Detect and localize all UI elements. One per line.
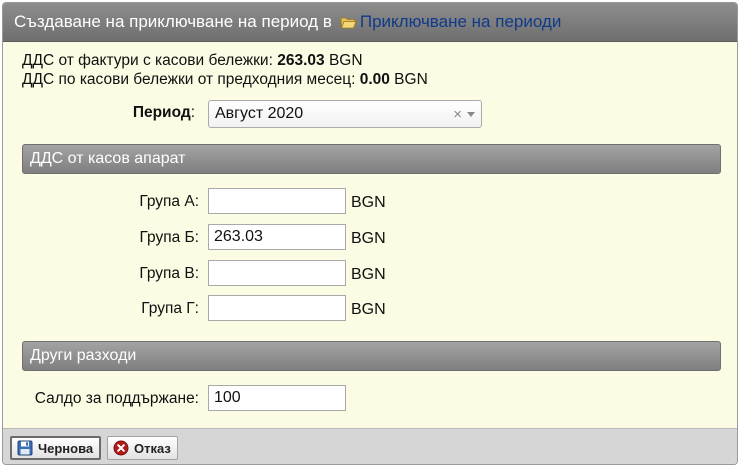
vat-prev-line: ДДС по касови бележки от предходния месе…	[22, 70, 428, 89]
vat-info: ДДС от фактури с касови бележки: 263.03 …	[22, 51, 428, 89]
draft-button[interactable]: Чернова	[10, 436, 102, 460]
section-cash-register-title: ДДС от касов апарат	[30, 150, 186, 167]
cancel-icon	[113, 440, 129, 456]
dialog-title: Създаване на приключване на период в	[14, 12, 332, 31]
period-selected-value: Август 2020	[215, 105, 304, 122]
group-b-input[interactable]: 263.03	[208, 224, 346, 250]
vat-invoices-value: 263.03	[277, 52, 325, 69]
section-cash-register-header: ДДС от касов апарат	[22, 144, 721, 174]
group-v-label: Група В:	[139, 265, 199, 282]
group-b-unit: BGN	[351, 230, 386, 247]
group-a-unit: BGN	[351, 194, 386, 211]
draft-button-label: Чернова	[38, 440, 94, 456]
period-label-colon: :	[190, 104, 195, 121]
period-select[interactable]: Август 2020 ×	[208, 100, 482, 128]
group-b-label: Група Б:	[139, 229, 199, 246]
floppy-disk-icon	[17, 440, 33, 456]
section-other-expenses-title: Други разходи	[30, 347, 137, 364]
vat-invoices-currency: BGN	[324, 52, 363, 69]
balance-input[interactable]: 100	[208, 385, 346, 411]
group-v-unit: BGN	[351, 266, 386, 283]
period-label: Период:	[33, 104, 195, 122]
period-closings-link[interactable]: Приключване на периоди	[360, 12, 562, 32]
dialog-footer: Чернова Отказ	[3, 428, 737, 464]
vat-invoices-line: ДДС от фактури с касови бележки: 263.03 …	[22, 51, 428, 70]
dialog-titlebar: Създаване на приключване на период в При…	[3, 3, 737, 42]
period-label-text: Период	[132, 104, 191, 121]
vat-invoices-label: ДДС от фактури с касови бележки:	[22, 52, 278, 69]
vat-prev-label: ДДС по касови бележки от предходния месе…	[22, 71, 360, 88]
group-a-input[interactable]	[208, 188, 346, 214]
group-g-label: Група Г:	[141, 300, 199, 317]
group-g-unit: BGN	[351, 301, 386, 318]
balance-label: Салдо за поддържане:	[34, 390, 199, 407]
cancel-button[interactable]: Отказ	[107, 436, 178, 460]
group-v-input[interactable]	[208, 260, 346, 286]
folder-open-icon	[340, 16, 357, 29]
vat-prev-currency: BGN	[389, 71, 428, 88]
group-a-label: Група А:	[139, 193, 199, 210]
cancel-button-label: Отказ	[134, 440, 171, 456]
group-g-input[interactable]	[208, 295, 346, 321]
vat-prev-value: 0.00	[359, 71, 390, 88]
clear-icon[interactable]: ×	[453, 106, 462, 123]
dropdown-arrow-icon[interactable]	[467, 112, 475, 117]
create-period-closing-dialog: Създаване на приключване на период в При…	[2, 2, 738, 465]
section-other-expenses-header: Други разходи	[22, 341, 721, 371]
